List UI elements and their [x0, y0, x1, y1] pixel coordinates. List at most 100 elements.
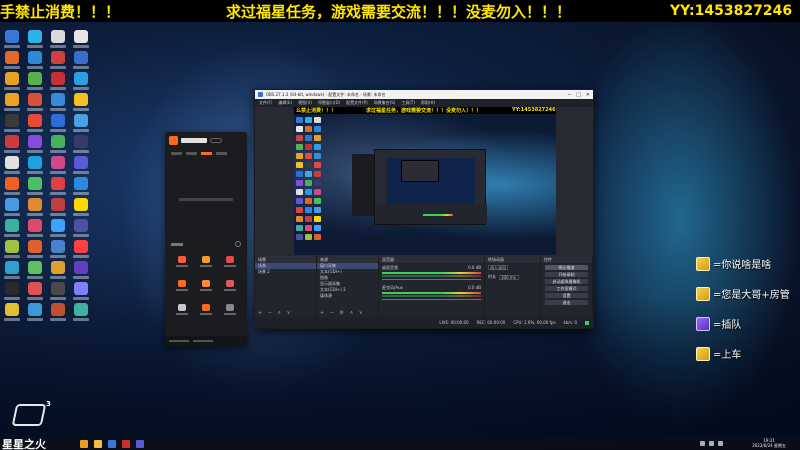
- volume-slider[interactable]: [382, 299, 481, 300]
- desktop-shortcut-icon[interactable]: [71, 177, 91, 196]
- menu-file[interactable]: 文件(F): [259, 100, 272, 106]
- menu-scene-collection[interactable]: 场景集合(S): [374, 100, 396, 106]
- minimize-button[interactable]: ─: [568, 92, 571, 98]
- desktop-shortcut-icon[interactable]: [48, 30, 68, 49]
- assistant-tab[interactable]: [186, 151, 197, 155]
- desktop-shortcut-icon[interactable]: [48, 51, 68, 70]
- menu-tools[interactable]: 工具(T): [401, 100, 415, 106]
- desktop-shortcut-icon[interactable]: [25, 198, 45, 217]
- desktop-shortcut-icon[interactable]: [2, 51, 22, 70]
- obs-preview[interactable]: 么禁止消费！！！ 求过福星任务，游戏需要交流！！！没麦勿入！！！ YY:1453…: [294, 107, 556, 255]
- desktop-shortcut-icon[interactable]: [71, 156, 91, 175]
- assistant-tool-button[interactable]: [171, 304, 193, 326]
- desktop-shortcut-icon[interactable]: [2, 303, 22, 322]
- maximize-button[interactable]: □: [576, 92, 581, 98]
- menu-docks[interactable]: 停靠窗口(D): [318, 100, 340, 106]
- desktop-shortcut-icon[interactable]: [25, 177, 45, 196]
- desktop-shortcut-icon[interactable]: [48, 72, 68, 91]
- assistant-tab[interactable]: [171, 151, 182, 155]
- desktop-shortcut-icon[interactable]: [71, 135, 91, 154]
- taskbar-app-icon[interactable]: [80, 439, 88, 448]
- stream-assistant-window[interactable]: [165, 132, 247, 346]
- desktop-shortcut-icon[interactable]: [71, 261, 91, 280]
- desktop-shortcut-icon[interactable]: [2, 240, 22, 259]
- desktop-shortcut-icon[interactable]: [71, 114, 91, 133]
- desktop-shortcut-icon[interactable]: [2, 177, 22, 196]
- desktop-shortcut-icon[interactable]: [48, 114, 68, 133]
- desktop-shortcut-icon[interactable]: [48, 93, 68, 112]
- input-method-icon[interactable]: [718, 441, 723, 446]
- taskbar-app-icon[interactable]: [136, 439, 144, 448]
- volume-icon[interactable]: [709, 441, 714, 446]
- source-controls[interactable]: + − ⚙ ∧ ∨: [320, 310, 365, 316]
- desktop-shortcut-icon[interactable]: [48, 177, 68, 196]
- studio-mode-button[interactable]: 工作室模式: [545, 286, 588, 291]
- desktop-shortcut-icon[interactable]: [71, 303, 91, 322]
- desktop-shortcut-icon[interactable]: [25, 114, 45, 133]
- desktop-shortcut-icon[interactable]: [2, 114, 22, 133]
- taskbar-app-icon[interactable]: [122, 439, 130, 448]
- footer-link[interactable]: [169, 340, 189, 342]
- desktop-shortcut-icon[interactable]: [48, 240, 68, 259]
- tools-info-icon[interactable]: [235, 241, 241, 247]
- desktop-shortcut-icon[interactable]: [71, 282, 91, 301]
- menu-view[interactable]: 视图(V): [298, 100, 312, 106]
- network-icon[interactable]: [700, 441, 705, 446]
- desktop-shortcut-icon[interactable]: [2, 135, 22, 154]
- desktop-shortcut-icon[interactable]: [2, 261, 22, 280]
- desktop-shortcut-icon[interactable]: [48, 282, 68, 301]
- desktop-shortcut-icon[interactable]: [71, 219, 91, 238]
- desktop-shortcut-icon[interactable]: [48, 219, 68, 238]
- desktop-shortcut-icon[interactable]: [48, 198, 68, 217]
- desktop-shortcut-icon[interactable]: [71, 240, 91, 259]
- desktop-shortcut-icon[interactable]: [2, 72, 22, 91]
- desktop-shortcut-icon[interactable]: [2, 282, 22, 301]
- assistant-tool-button[interactable]: [195, 304, 217, 326]
- settings-button[interactable]: 设置: [545, 293, 588, 298]
- desktop-shortcut-icon[interactable]: [2, 30, 22, 49]
- desktop-shortcut-icon[interactable]: [2, 198, 22, 217]
- taskbar-app-icon[interactable]: [94, 439, 102, 448]
- scene-item[interactable]: 场景 2: [255, 269, 316, 275]
- desktop-shortcut-icon[interactable]: [48, 135, 68, 154]
- desktop-shortcut-icon[interactable]: [2, 156, 22, 175]
- desktop-shortcut-icon[interactable]: [25, 72, 45, 91]
- duration-input[interactable]: 300 ms: [499, 274, 519, 280]
- transition-type-select[interactable]: 淡入淡出: [488, 265, 508, 270]
- source-item[interactable]: 媒体源: [317, 293, 378, 299]
- desktop-shortcut-icon[interactable]: [25, 30, 45, 49]
- desktop-shortcut-icon[interactable]: [71, 93, 91, 112]
- desktop-shortcut-icon[interactable]: [71, 51, 91, 70]
- desktop-shortcut-icon[interactable]: [25, 135, 45, 154]
- desktop-shortcut-icon[interactable]: [25, 282, 45, 301]
- assistant-tool-button[interactable]: [195, 256, 217, 278]
- desktop-shortcut-icon[interactable]: [2, 219, 22, 238]
- desktop-shortcut-icon[interactable]: [71, 198, 91, 217]
- menu-edit[interactable]: 编辑(E): [278, 100, 292, 106]
- exit-button[interactable]: 退出: [545, 300, 588, 305]
- assistant-tool-button[interactable]: [219, 280, 241, 302]
- desktop-shortcut-icon[interactable]: [25, 261, 45, 280]
- start-recording-button[interactable]: 开始录制: [545, 272, 588, 277]
- taskbar-app-icon[interactable]: [108, 439, 116, 448]
- menu-profile[interactable]: 配置文件(P): [346, 100, 368, 106]
- stop-streaming-button[interactable]: 停止推流: [545, 265, 588, 270]
- virtual-camera-button[interactable]: 启动虚拟摄像机: [545, 279, 588, 284]
- assistant-tab[interactable]: [201, 151, 212, 155]
- close-button[interactable]: ✕: [586, 92, 590, 98]
- desktop-shortcut-icon[interactable]: [25, 303, 45, 322]
- scene-controls[interactable]: + − ∧ ∨: [258, 310, 292, 316]
- assistant-tab[interactable]: [216, 151, 227, 155]
- desktop-shortcut-icon[interactable]: [25, 240, 45, 259]
- desktop-shortcut-icon[interactable]: [71, 72, 91, 91]
- desktop-shortcut-icon[interactable]: [48, 156, 68, 175]
- desktop-shortcut-icon[interactable]: [48, 303, 68, 322]
- desktop-shortcut-icon[interactable]: [25, 51, 45, 70]
- obs-window[interactable]: OBS 27.1.3 (64-bit, windows) - 配置文件: 未命名…: [254, 89, 594, 329]
- assistant-tool-button[interactable]: [171, 256, 193, 278]
- assistant-tool-button[interactable]: [171, 280, 193, 302]
- menu-help[interactable]: 帮助(H): [421, 100, 435, 106]
- volume-slider[interactable]: [382, 279, 481, 280]
- obs-titlebar[interactable]: OBS 27.1.3 (64-bit, windows) - 配置文件: 未命名…: [255, 90, 593, 99]
- assistant-tool-button[interactable]: [195, 280, 217, 302]
